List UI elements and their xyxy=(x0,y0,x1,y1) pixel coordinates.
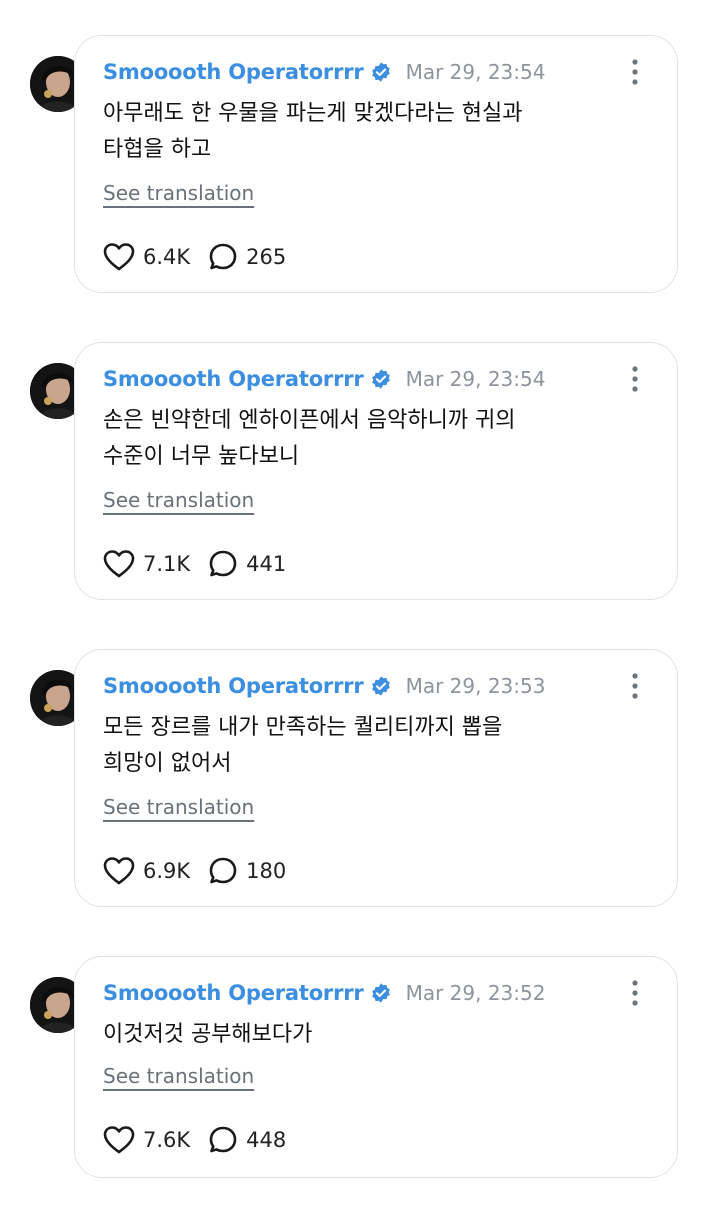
post-stats: 6.4K 265 xyxy=(103,242,286,272)
post-card: Smooooth Operatorrrr Mar 29, 23:54 손은 빈약… xyxy=(74,342,678,600)
post-item: Smooooth Operatorrrr Mar 29, 23:53 모든 장르… xyxy=(0,648,710,918)
like-button[interactable]: 6.4K xyxy=(103,242,190,272)
more-vertical-icon[interactable] xyxy=(623,365,647,393)
post-text-line: 희망이 없어서 xyxy=(103,751,232,776)
more-vertical-icon[interactable] xyxy=(623,58,647,86)
verified-check-icon xyxy=(370,61,392,83)
speech-bubble-icon xyxy=(209,243,237,270)
post-item: Smooooth Operatorrrr Mar 29, 23:54 아무래도 … xyxy=(0,34,710,304)
author-name[interactable]: Smooooth Operatorrrr xyxy=(103,674,364,698)
reply-button[interactable]: 441 xyxy=(208,549,286,579)
reply-count: 180 xyxy=(246,859,287,883)
post-text-line: 모든 장르를 내가 만족하는 퀄리티까지 뽑을 xyxy=(103,715,503,740)
verified-check-icon xyxy=(370,675,392,697)
speech-bubble-icon xyxy=(209,1126,237,1153)
verified-check-icon xyxy=(370,982,392,1004)
post-timestamp: Mar 29, 23:54 xyxy=(405,60,546,84)
post-card: Smooooth Operatorrrr Mar 29, 23:52 이것저것 … xyxy=(74,956,678,1178)
author-name[interactable]: Smooooth Operatorrrr xyxy=(103,60,364,84)
post-text-line: 수준이 너무 높다보니 xyxy=(103,444,300,469)
post-feed: Smooooth Operatorrrr Mar 29, 23:54 아무래도 … xyxy=(0,0,710,1200)
post-text: 모든 장르를 내가 만족하는 퀄리티까지 뽑을 희망이 없어서 xyxy=(103,710,643,782)
post-timestamp: Mar 29, 23:54 xyxy=(405,367,546,391)
post-header: Smooooth Operatorrrr Mar 29, 23:54 xyxy=(103,58,545,86)
see-translation-link[interactable]: See translation xyxy=(103,1064,254,1088)
reply-button[interactable]: 180 xyxy=(208,856,286,886)
post-stats: 7.6K 448 xyxy=(103,1125,286,1155)
heart-icon xyxy=(103,1126,135,1154)
verified-check-icon xyxy=(370,368,392,390)
post-item: Smooooth Operatorrrr Mar 29, 23:54 손은 빈약… xyxy=(0,341,710,611)
post-timestamp: Mar 29, 23:53 xyxy=(405,674,546,698)
post-stats: 6.9K 180 xyxy=(103,856,286,886)
like-button[interactable]: 7.1K xyxy=(103,549,190,579)
reply-button[interactable]: 448 xyxy=(208,1125,286,1155)
like-button[interactable]: 7.6K xyxy=(103,1125,190,1155)
post-stats: 7.1K 441 xyxy=(103,549,286,579)
like-button[interactable]: 6.9K xyxy=(103,856,190,886)
post-text: 이것저것 공부해보다가 xyxy=(103,1017,643,1053)
post-text-line: 손은 빈약한데 엔하이픈에서 음악하니까 귀의 xyxy=(103,408,516,433)
like-count: 7.6K xyxy=(143,1128,191,1152)
see-translation-link[interactable]: See translation xyxy=(103,181,254,205)
author-name[interactable]: Smooooth Operatorrrr xyxy=(103,981,364,1005)
speech-bubble-icon xyxy=(209,857,237,884)
post-header: Smooooth Operatorrrr Mar 29, 23:52 xyxy=(103,979,545,1007)
post-text-line: 이것저것 공부해보다가 xyxy=(103,1022,313,1047)
post-card: Smooooth Operatorrrr Mar 29, 23:54 아무래도 … xyxy=(74,35,678,293)
post-header: Smooooth Operatorrrr Mar 29, 23:53 xyxy=(103,672,545,700)
post-text-line: 타협을 하고 xyxy=(103,137,212,162)
post-item: Smooooth Operatorrrr Mar 29, 23:52 이것저것 … xyxy=(0,955,710,1225)
like-count: 7.1K xyxy=(143,552,191,576)
author-name[interactable]: Smooooth Operatorrrr xyxy=(103,367,364,391)
speech-bubble-icon xyxy=(209,550,237,577)
more-vertical-icon[interactable] xyxy=(623,979,647,1007)
post-header: Smooooth Operatorrrr Mar 29, 23:54 xyxy=(103,365,545,393)
reply-count: 265 xyxy=(246,245,287,269)
post-text: 아무래도 한 우물을 파는게 맞겠다라는 현실과 타협을 하고 xyxy=(103,96,643,168)
more-vertical-icon[interactable] xyxy=(623,672,647,700)
post-timestamp: Mar 29, 23:52 xyxy=(405,981,546,1005)
post-text: 손은 빈약한데 엔하이픈에서 음악하니까 귀의 수준이 너무 높다보니 xyxy=(103,403,643,475)
heart-icon xyxy=(103,857,135,885)
post-card: Smooooth Operatorrrr Mar 29, 23:53 모든 장르… xyxy=(74,649,678,907)
post-text-line: 아무래도 한 우물을 파는게 맞겠다라는 현실과 xyxy=(103,101,523,126)
heart-icon xyxy=(103,550,135,578)
see-translation-link[interactable]: See translation xyxy=(103,795,254,819)
like-count: 6.9K xyxy=(143,859,191,883)
heart-icon xyxy=(103,243,135,271)
reply-count: 441 xyxy=(246,552,287,576)
see-translation-link[interactable]: See translation xyxy=(103,488,254,512)
reply-button[interactable]: 265 xyxy=(208,242,286,272)
like-count: 6.4K xyxy=(143,245,191,269)
reply-count: 448 xyxy=(246,1128,287,1152)
